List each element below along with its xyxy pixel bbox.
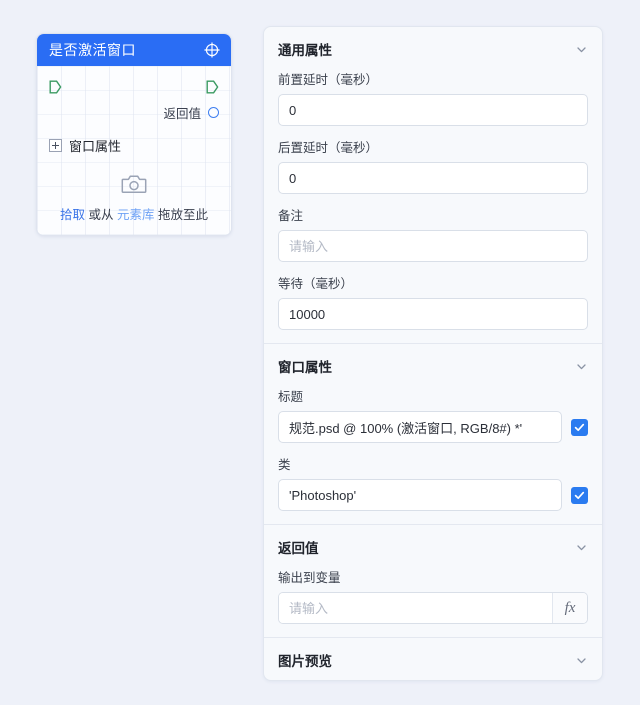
window-property-expander-row[interactable]: 窗口属性: [49, 136, 219, 155]
section-general-properties: 通用属性 前置延时（毫秒） 后置延时（毫秒） 备注 等待（毫秒）: [264, 27, 602, 343]
node-card-body: 返回值 窗口属性 拾取 或从 元素库 拖放至此: [37, 66, 231, 235]
camera-icon: [121, 173, 147, 195]
field-window-title: 标题: [278, 386, 588, 443]
return-value-port-icon[interactable]: [208, 106, 219, 118]
section-image-preview: 图片预览: [264, 637, 602, 680]
section-body-window: 标题 类: [264, 386, 602, 524]
capture-area[interactable]: [49, 173, 219, 195]
chevron-down-icon[interactable]: [575, 43, 588, 56]
section-title: 返回值: [278, 541, 319, 556]
section-header-return-value[interactable]: 返回值: [264, 525, 602, 567]
pre-delay-input[interactable]: [278, 94, 588, 126]
section-window-properties: 窗口属性 标题 类: [264, 343, 602, 524]
field-label: 等待（毫秒）: [278, 277, 354, 291]
chevron-down-icon[interactable]: [575, 541, 588, 554]
window-class-input[interactable]: [278, 479, 562, 511]
section-title: 通用属性: [278, 43, 332, 58]
return-value-row: 返回值: [49, 100, 219, 124]
section-body-return-value: 输出到变量 fx: [264, 567, 602, 637]
field-label: 备注: [278, 209, 304, 223]
output-variable-input[interactable]: [279, 593, 552, 623]
section-return-value: 返回值 输出到变量 fx: [264, 524, 602, 637]
section-header-window[interactable]: 窗口属性: [264, 344, 602, 386]
window-title-input[interactable]: [278, 411, 562, 443]
node-title: 是否激活窗口: [49, 42, 136, 58]
pick-element-link[interactable]: 拾取: [60, 208, 85, 222]
field-pre-delay: 前置延时（毫秒）: [278, 69, 588, 126]
window-property-label: 窗口属性: [69, 139, 122, 154]
flow-output-port-icon[interactable]: [206, 80, 219, 94]
section-header-image-preview[interactable]: 图片预览: [264, 638, 602, 680]
drop-hint-tail: 拖放至此: [157, 208, 208, 222]
field-remark: 备注: [278, 205, 588, 262]
wait-input[interactable]: [278, 298, 588, 330]
properties-panel: 通用属性 前置延时（毫秒） 后置延时（毫秒） 备注 等待（毫秒）: [263, 26, 603, 681]
field-output-variable: 输出到变量 fx: [278, 567, 588, 624]
node-port-row: [49, 76, 219, 98]
field-label: 输出到变量: [278, 571, 341, 585]
field-label: 后置延时（毫秒）: [278, 141, 379, 155]
field-label: 类: [278, 458, 291, 472]
window-title-checkbox[interactable]: [571, 418, 588, 436]
field-wait: 等待（毫秒）: [278, 273, 588, 330]
chevron-down-icon[interactable]: [575, 654, 588, 667]
remark-input[interactable]: [278, 230, 588, 262]
chevron-down-icon[interactable]: [575, 360, 588, 373]
node-card-header[interactable]: 是否激活窗口: [37, 34, 231, 66]
section-header-general[interactable]: 通用属性: [264, 27, 602, 69]
field-label: 前置延时（毫秒）: [278, 73, 379, 87]
plus-square-icon[interactable]: [49, 139, 62, 152]
fx-function-icon[interactable]: fx: [552, 593, 587, 623]
drop-hint-middle: 或从: [88, 208, 114, 222]
field-label: 标题: [278, 390, 304, 404]
flow-input-port-icon[interactable]: [49, 80, 62, 94]
section-body-general: 前置延时（毫秒） 后置延时（毫秒） 备注 等待（毫秒）: [264, 69, 602, 343]
field-post-delay: 后置延时（毫秒）: [278, 137, 588, 194]
section-title: 图片预览: [278, 654, 332, 669]
element-library-link[interactable]: 元素库: [117, 208, 155, 222]
window-class-checkbox[interactable]: [571, 486, 588, 504]
field-window-class: 类: [278, 454, 588, 511]
post-delay-input[interactable]: [278, 162, 588, 194]
node-card[interactable]: 是否激活窗口 返回值 窗口属性 拾取 或从 元素库 拖放至此: [36, 33, 232, 236]
section-title: 窗口属性: [278, 360, 332, 375]
return-value-label: 返回值: [163, 106, 201, 121]
drop-hint: 拾取 或从 元素库 拖放至此: [49, 204, 219, 223]
crosshair-icon[interactable]: [203, 41, 221, 59]
